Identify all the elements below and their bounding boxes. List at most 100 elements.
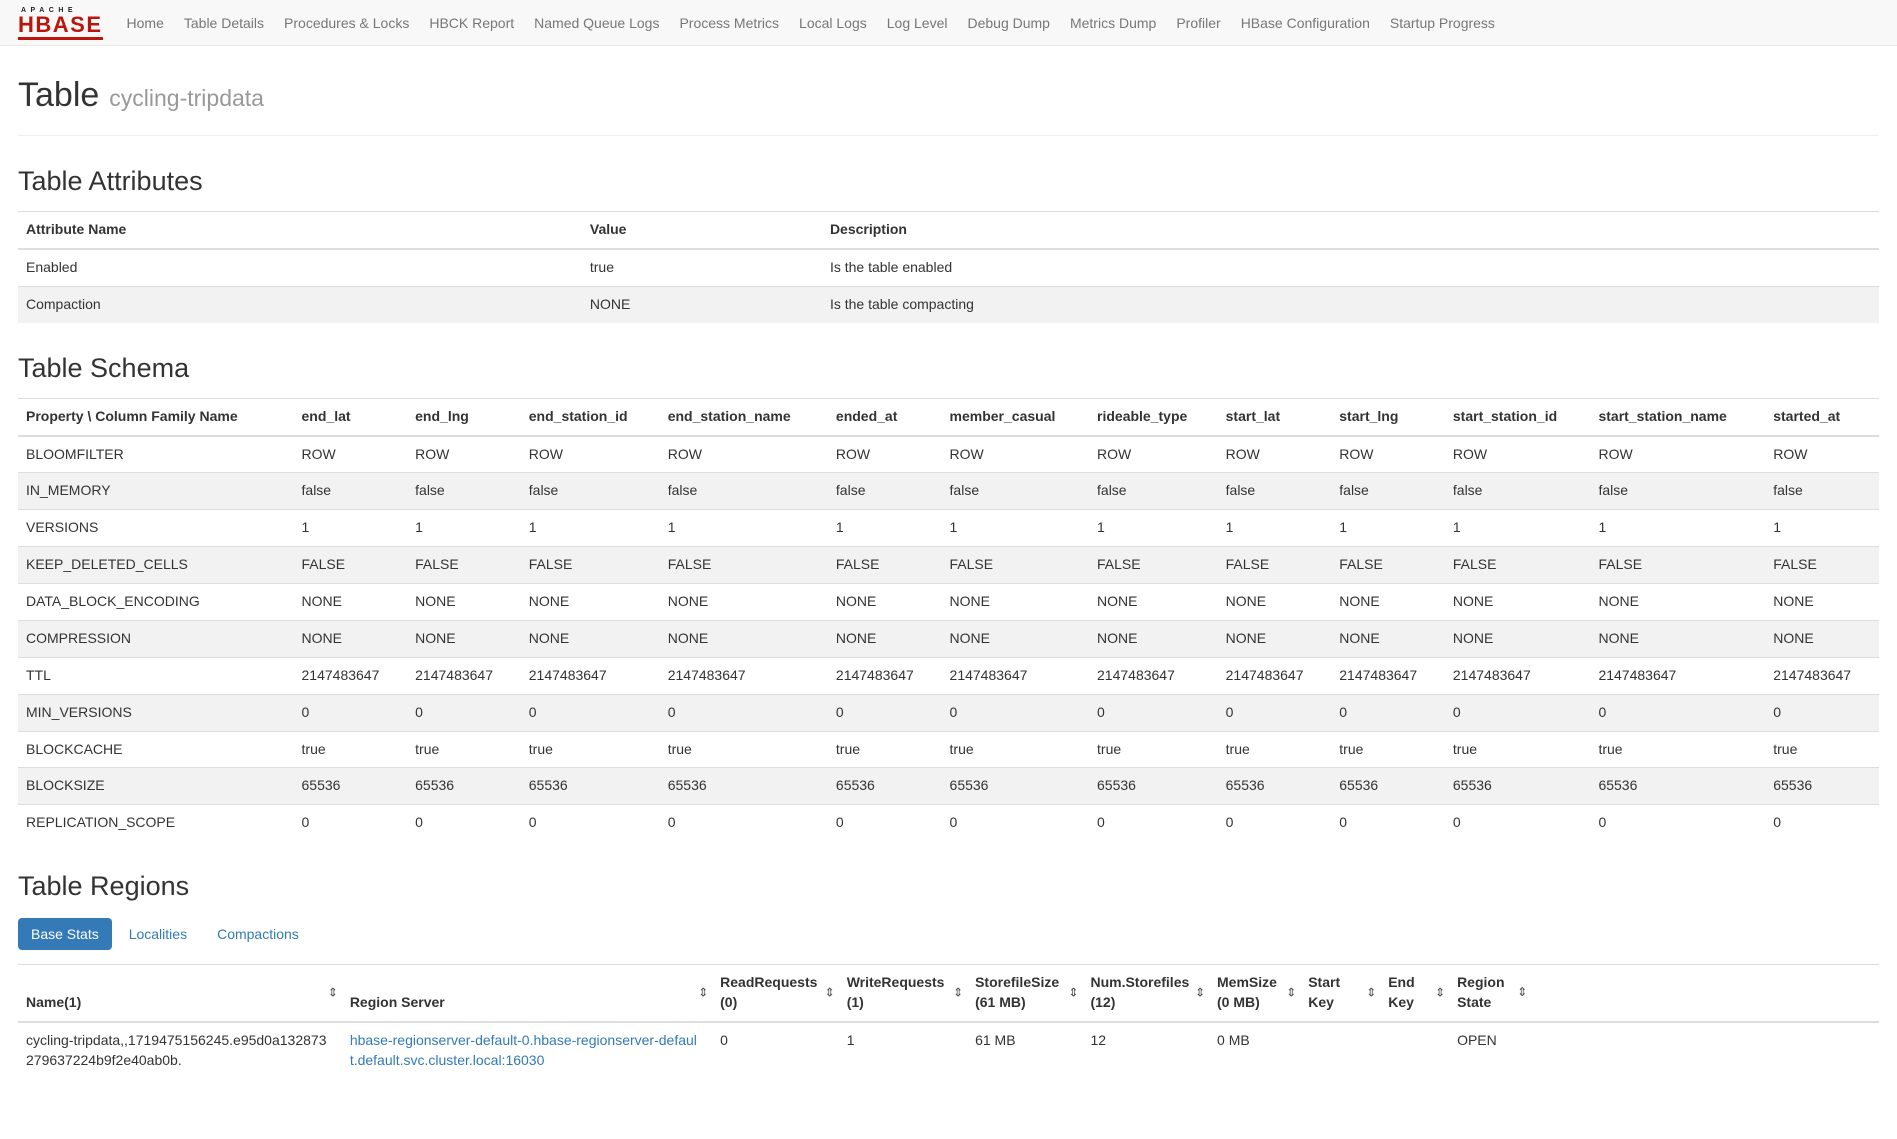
nav-item-debug-dump[interactable]: Debug Dump xyxy=(957,2,1060,44)
regions-table-body: cycling-tripdata,,1719475156245.e95d0a13… xyxy=(18,1022,1879,1079)
table-cell: 65536 xyxy=(407,768,521,805)
table-cell: true xyxy=(294,731,408,768)
region-server-link[interactable]: hbase-regionserver-default-0.hbase-regio… xyxy=(350,1032,697,1068)
nav-item-hbck-report[interactable]: HBCK Report xyxy=(419,2,524,44)
sort-icon[interactable]: ⇕ xyxy=(1517,984,1527,1001)
table-row: IN_MEMORYfalsefalsefalsefalsefalsefalsef… xyxy=(18,473,1879,510)
nav-item-metrics-dump[interactable]: Metrics Dump xyxy=(1060,2,1166,44)
sort-icon[interactable]: ⇕ xyxy=(825,984,835,1001)
sort-icon[interactable]: ⇕ xyxy=(1435,984,1445,1001)
table-cell: 1 xyxy=(660,510,828,547)
nav-menu: HomeTable DetailsProcedures & LocksHBCK … xyxy=(117,2,1505,44)
regions-column-header-readrequests-0[interactable]: ReadRequests (0) ⇕ xyxy=(712,965,839,1022)
nav-item-procedures-locks[interactable]: Procedures & Locks xyxy=(274,2,419,44)
regions-column-header-start-key[interactable]: Start Key⇕ xyxy=(1300,965,1380,1022)
table-cell: false xyxy=(1331,473,1445,510)
table-cell: 2147483647 xyxy=(294,657,408,694)
table-cell: 0 xyxy=(828,694,942,731)
table-cell: TTL xyxy=(18,657,294,694)
table-cell: NONE xyxy=(1331,584,1445,621)
table-cell: true xyxy=(521,731,660,768)
nav-item-profiler[interactable]: Profiler xyxy=(1166,2,1230,44)
table-cell: DATA_BLOCK_ENCODING xyxy=(18,584,294,621)
column-header: start_station_name xyxy=(1590,398,1765,435)
regions-header-row: Name(1)⇕Region Server⇕ReadRequests (0)⇕W… xyxy=(18,965,1879,1022)
table-cell: 0 xyxy=(660,805,828,841)
table-cell: 65536 xyxy=(1445,768,1591,805)
table-cell: 2147483647 xyxy=(1445,657,1591,694)
table-row: REPLICATION_SCOPE000000000000 xyxy=(18,805,1879,841)
table-cell: ROW xyxy=(1218,436,1332,473)
table-cell: 2147483647 xyxy=(1089,657,1218,694)
column-header: Attribute Name xyxy=(18,212,582,249)
table-cell: NONE xyxy=(1089,620,1218,657)
tab-base-stats[interactable]: Base Stats xyxy=(18,918,112,950)
nav-item-named-queue-logs[interactable]: Named Queue Logs xyxy=(524,2,669,44)
table-cell: 0 xyxy=(828,805,942,841)
nav-item-local-logs[interactable]: Local Logs xyxy=(789,2,877,44)
logo-hbase-text: HBASE xyxy=(18,14,103,36)
column-label: Region State xyxy=(1457,973,1511,1013)
region-region-state-cell: OPEN xyxy=(1449,1022,1879,1079)
table-row: MIN_VERSIONS000000000000 xyxy=(18,694,1879,731)
table-cell: NONE xyxy=(1765,620,1879,657)
nav-item-process-metrics[interactable]: Process Metrics xyxy=(669,2,789,44)
region-storefile-size-cell: 61 MB xyxy=(967,1022,1082,1079)
regions-column-header-region-state[interactable]: Region State ⇕ xyxy=(1449,965,1879,1022)
regions-column-header-name-1[interactable]: Name(1)⇕ xyxy=(18,965,342,1022)
table-cell: COMPRESSION xyxy=(18,620,294,657)
table-cell: 2147483647 xyxy=(1331,657,1445,694)
nav-item-log-level[interactable]: Log Level xyxy=(877,2,958,44)
nav-item-hbase-configuration[interactable]: HBase Configuration xyxy=(1231,2,1380,44)
regions-column-header-storefilesize-61-mb[interactable]: StorefileSize (61 MB)⇕ xyxy=(967,965,1082,1022)
regions-column-header-num-storefiles-12[interactable]: Num.Storefiles (12)⇕ xyxy=(1082,965,1209,1022)
column-header: end_station_name xyxy=(660,398,828,435)
table-cell: 65536 xyxy=(1331,768,1445,805)
table-cell: FALSE xyxy=(828,547,942,584)
sort-icon[interactable]: ⇕ xyxy=(1286,984,1296,1001)
sort-icon[interactable]: ⇕ xyxy=(328,984,338,1001)
table-cell: 0 xyxy=(294,805,408,841)
sort-icon[interactable]: ⇕ xyxy=(1195,984,1205,1001)
tab-localities[interactable]: Localities xyxy=(116,918,200,950)
table-row: BLOCKSIZE6553665536655366553665536655366… xyxy=(18,768,1879,805)
table-cell: 1 xyxy=(1089,510,1218,547)
sort-icon[interactable]: ⇕ xyxy=(1068,984,1078,1001)
table-cell: true xyxy=(1445,731,1591,768)
regions-column-header-region-server[interactable]: Region Server⇕ xyxy=(342,965,712,1022)
region-mem-size-cell: 0 MB xyxy=(1209,1022,1300,1079)
regions-column-header-writerequests-1[interactable]: WriteRequests (1)⇕ xyxy=(839,965,967,1022)
column-label: ReadRequests (0) xyxy=(720,974,817,1010)
page-content: Tablecycling-tripdata Table Attributes A… xyxy=(0,76,1897,1139)
table-cell: false xyxy=(521,473,660,510)
nav-item-startup-progress[interactable]: Startup Progress xyxy=(1380,2,1505,44)
table-cell: true xyxy=(660,731,828,768)
regions-column-header-memsize-0-mb[interactable]: MemSize (0 MB)⇕ xyxy=(1209,965,1300,1022)
table-cell: 2147483647 xyxy=(660,657,828,694)
sort-icon[interactable]: ⇕ xyxy=(698,984,708,1001)
regions-column-header-end-key[interactable]: End Key⇕ xyxy=(1380,965,1449,1022)
table-cell: ROW xyxy=(1445,436,1591,473)
sort-icon[interactable]: ⇕ xyxy=(1366,984,1376,1001)
sort-icon[interactable]: ⇕ xyxy=(953,984,963,1001)
table-row: TTL2147483647214748364721474836472147483… xyxy=(18,657,1879,694)
table-cell: NONE xyxy=(828,584,942,621)
table-cell: true xyxy=(942,731,1089,768)
tab-compactions[interactable]: Compactions xyxy=(204,918,312,950)
table-cell: 65536 xyxy=(1590,768,1765,805)
table-cell: 0 xyxy=(942,805,1089,841)
hbase-logo[interactable]: APACHE HBASE xyxy=(18,5,103,40)
region-start-key-cell xyxy=(1300,1022,1380,1079)
nav-item-table-details[interactable]: Table Details xyxy=(174,2,274,44)
table-cell: NONE xyxy=(294,584,408,621)
nav-item-home[interactable]: Home xyxy=(117,2,174,44)
table-cell: 0 xyxy=(1445,805,1591,841)
page-title: Table xyxy=(18,76,99,114)
table-cell: 0 xyxy=(1590,694,1765,731)
table-row: EnabledtrueIs the table enabled xyxy=(18,249,1879,286)
table-row: KEEP_DELETED_CELLSFALSEFALSEFALSEFALSEFA… xyxy=(18,547,1879,584)
table-cell: 2147483647 xyxy=(521,657,660,694)
column-header: start_lng xyxy=(1331,398,1445,435)
table-cell: NONE xyxy=(660,584,828,621)
table-cell: Is the table compacting xyxy=(822,286,1879,322)
